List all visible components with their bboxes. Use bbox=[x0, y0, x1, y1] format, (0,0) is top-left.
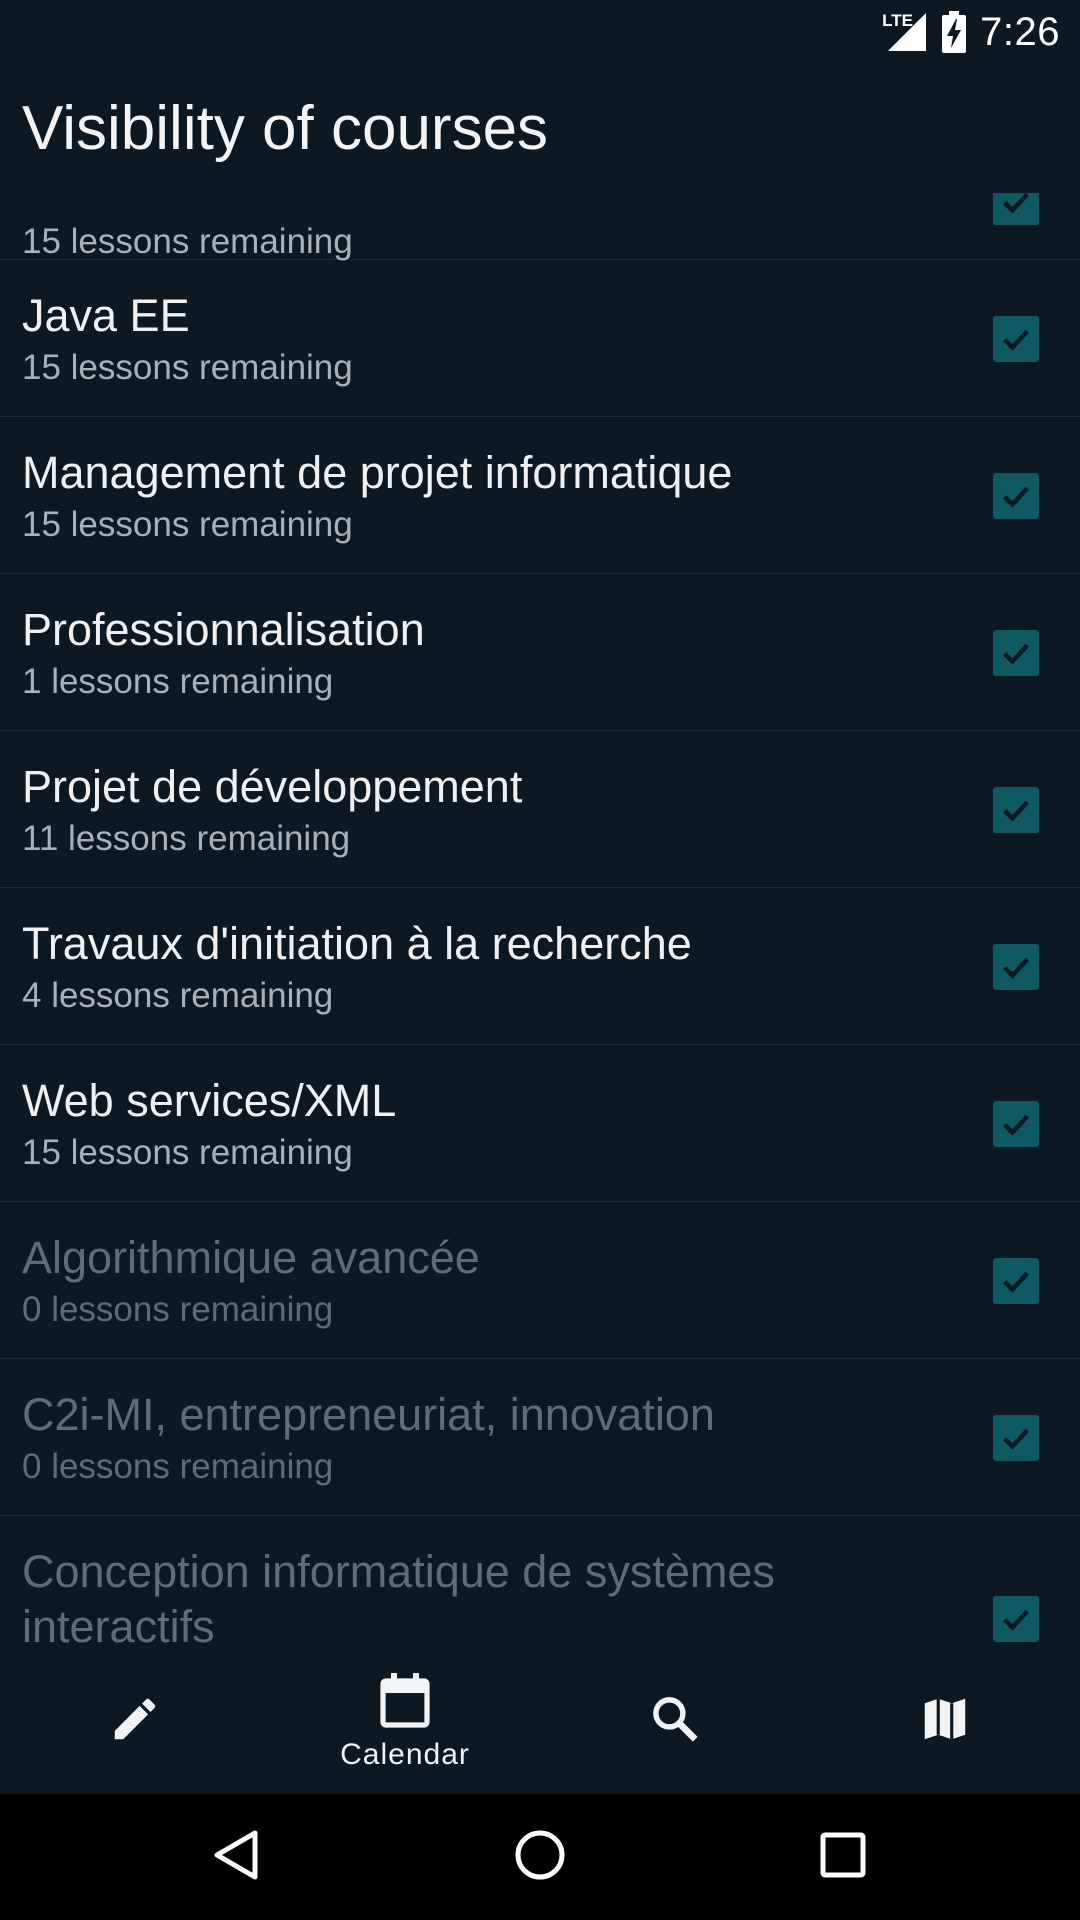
course-remaining: 1 lessons remaining bbox=[22, 662, 334, 701]
check-icon bbox=[1003, 800, 1030, 822]
course-remaining: 0 lessons remaining bbox=[22, 1447, 334, 1486]
course-name: Management de projet informatique bbox=[22, 447, 733, 498]
course-remaining: 15 lessons remaining bbox=[22, 348, 353, 387]
check-icon bbox=[1003, 1271, 1030, 1293]
calendar-icon bbox=[377, 1671, 433, 1736]
back-triangle-icon bbox=[211, 1829, 261, 1886]
back-button[interactable] bbox=[176, 1794, 296, 1920]
course-row[interactable]: Projet de développement 11 lessons remai… bbox=[0, 731, 1080, 888]
app-bar: Visibility of courses bbox=[0, 63, 1080, 193]
course-name: Web services/XML bbox=[22, 1075, 397, 1126]
check-icon bbox=[1003, 1114, 1030, 1136]
course-name: Professionnalisation bbox=[22, 604, 425, 655]
course-checkbox[interactable] bbox=[993, 473, 1039, 519]
nav-calendar-label: Calendar bbox=[340, 1737, 470, 1771]
course-list[interactable]: 15 lessons remaining Java EE 15 lessons … bbox=[0, 193, 1080, 1648]
course-name: Java EE bbox=[22, 290, 190, 341]
course-checkbox[interactable] bbox=[993, 630, 1039, 676]
check-icon bbox=[1003, 1428, 1030, 1450]
course-name: Travaux d'initiation à la recherche bbox=[22, 918, 692, 969]
bottom-navigation: Calendar bbox=[0, 1648, 1080, 1794]
course-checkbox[interactable] bbox=[993, 944, 1039, 990]
check-icon bbox=[1003, 957, 1030, 979]
course-name: C2i-MI, entrepreneuriat, innovation bbox=[22, 1389, 715, 1440]
course-checkbox[interactable] bbox=[993, 1415, 1039, 1461]
page-title: Visibility of courses bbox=[22, 94, 549, 163]
check-icon bbox=[1003, 486, 1030, 508]
course-name: Conception informatique de systèmes inte… bbox=[22, 1546, 775, 1648]
course-row[interactable]: Algorithmique avancée 0 lessons remainin… bbox=[0, 1202, 1080, 1359]
course-row[interactable]: C2i-MI, entrepreneuriat, innovation 0 le… bbox=[0, 1359, 1080, 1516]
battery-charging-icon bbox=[942, 11, 967, 53]
course-remaining: 15 lessons remaining bbox=[22, 1133, 353, 1172]
status-icons: LTE 7:26 bbox=[882, 8, 1060, 56]
course-remaining: 15 lessons remaining bbox=[22, 222, 353, 261]
course-name: Projet de développement bbox=[22, 761, 523, 812]
course-checkbox[interactable] bbox=[993, 193, 1039, 225]
course-name: Algorithmique avancée bbox=[22, 1232, 480, 1283]
course-row[interactable]: Management de projet informatique 15 les… bbox=[0, 417, 1080, 574]
course-checkbox[interactable] bbox=[993, 1101, 1039, 1147]
course-remaining: 15 lessons remaining bbox=[22, 505, 353, 544]
recents-button[interactable] bbox=[783, 1794, 903, 1920]
status-bar: LTE 7:26 bbox=[0, 0, 1080, 63]
course-row[interactable]: Java EE 15 lessons remaining bbox=[0, 260, 1080, 417]
check-icon bbox=[1003, 1609, 1030, 1631]
status-time: 7:26 bbox=[980, 9, 1060, 54]
home-button[interactable] bbox=[480, 1794, 600, 1920]
check-icon bbox=[1003, 193, 1030, 214]
pencil-icon bbox=[108, 1692, 162, 1751]
nav-calendar[interactable]: Calendar bbox=[270, 1648, 540, 1794]
course-row[interactable]: Conception informatique de systèmes inte… bbox=[0, 1516, 1080, 1648]
nav-map[interactable] bbox=[810, 1648, 1080, 1794]
course-checkbox[interactable] bbox=[993, 1596, 1039, 1642]
course-row[interactable]: 15 lessons remaining bbox=[0, 193, 1080, 261]
course-row[interactable]: Web services/XML 15 lessons remaining bbox=[0, 1045, 1080, 1202]
course-remaining: 4 lessons remaining bbox=[22, 976, 334, 1015]
nav-search[interactable] bbox=[540, 1648, 810, 1794]
course-remaining: 0 lessons remaining bbox=[22, 1290, 334, 1329]
course-checkbox[interactable] bbox=[993, 1258, 1039, 1304]
system-navigation-bar bbox=[0, 1794, 1080, 1920]
check-icon bbox=[1003, 643, 1030, 665]
check-icon bbox=[1003, 329, 1030, 351]
lte-signal-icon: LTE bbox=[882, 11, 928, 53]
course-remaining: 11 lessons remaining bbox=[22, 819, 351, 858]
course-row[interactable]: Travaux d'initiation à la recherche 4 le… bbox=[0, 888, 1080, 1045]
course-checkbox[interactable] bbox=[993, 787, 1039, 833]
course-checkbox[interactable] bbox=[993, 316, 1039, 362]
map-icon bbox=[918, 1692, 972, 1751]
nav-edit[interactable] bbox=[0, 1648, 270, 1794]
recents-square-icon bbox=[819, 1831, 867, 1884]
course-row[interactable]: Professionnalisation 1 lessons remaining bbox=[0, 574, 1080, 731]
search-icon bbox=[648, 1692, 702, 1751]
home-circle-icon bbox=[514, 1829, 566, 1886]
